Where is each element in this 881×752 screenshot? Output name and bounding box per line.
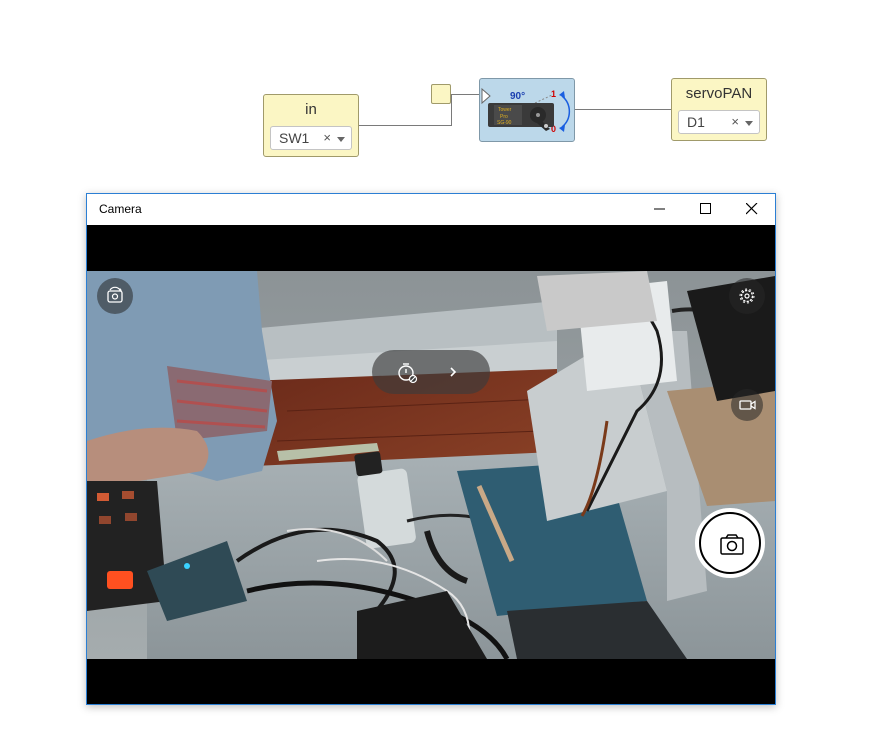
camera-icon <box>720 534 744 555</box>
servo-max-label: 1 <box>551 89 556 99</box>
servo-pan-node-title: servoPAN <box>685 85 753 102</box>
video-mode-button[interactable] <box>731 389 763 421</box>
camera-switch-button[interactable] <box>97 278 133 314</box>
camera-titlebar[interactable]: Camera <box>87 194 775 225</box>
close-button[interactable] <box>729 194 775 225</box>
camera-window: Camera <box>86 193 776 705</box>
photo-timer-control[interactable] <box>372 350 490 394</box>
wire-in-to-servo <box>358 125 451 126</box>
in-node-select-value: SW1 <box>279 130 310 146</box>
clear-icon[interactable]: × <box>731 114 739 129</box>
servo-icon: 90° 1 0 Tower Pro SG-90 <box>481 87 571 134</box>
app-canvas: in SW1 × 90° 1 0 Tower Pro SG-90 servoPA… <box>0 0 881 752</box>
in-node-title: in <box>305 101 317 118</box>
servo-brand-line-1: Tower <box>498 107 512 113</box>
minimize-button[interactable] <box>637 194 683 225</box>
maximize-button[interactable] <box>683 194 729 225</box>
clear-icon[interactable]: × <box>323 130 331 145</box>
camera-viewfinder[interactable] <box>87 271 775 659</box>
chevron-down-icon[interactable] <box>745 121 753 126</box>
servo-pan-node-select-value: D1 <box>687 114 705 130</box>
servo-brand-line-3: SG-90 <box>497 120 512 126</box>
close-icon <box>746 203 758 215</box>
angle-input-port[interactable] <box>431 84 451 104</box>
timer-off-icon[interactable] <box>398 363 418 384</box>
servo-pan-node[interactable]: servoPAN D1 × <box>671 78 767 141</box>
in-node[interactable]: in SW1 × <box>263 94 359 157</box>
settings-button[interactable] <box>729 278 765 314</box>
in-node-select[interactable]: SW1 × <box>270 126 352 150</box>
servo-node[interactable]: 90° 1 0 Tower Pro SG-90 <box>479 78 575 142</box>
servo-angle-label: 90° <box>510 91 525 102</box>
wire-servo-to-out <box>575 109 671 110</box>
camera-live-image <box>87 271 775 659</box>
wire-in-vertical <box>451 94 452 126</box>
maximize-icon <box>700 203 711 214</box>
video-camera-icon <box>739 400 756 410</box>
minimize-icon <box>654 208 665 210</box>
take-photo-button[interactable] <box>695 508 765 578</box>
servo-pan-node-select[interactable]: D1 × <box>678 110 760 134</box>
camera-window-title: Camera <box>99 202 142 216</box>
chevron-right-icon[interactable] <box>450 367 457 377</box>
chevron-down-icon[interactable] <box>337 137 345 142</box>
wire-port-to-servo <box>451 94 479 95</box>
camera-switch-icon <box>107 286 123 303</box>
gear-icon <box>739 288 755 304</box>
